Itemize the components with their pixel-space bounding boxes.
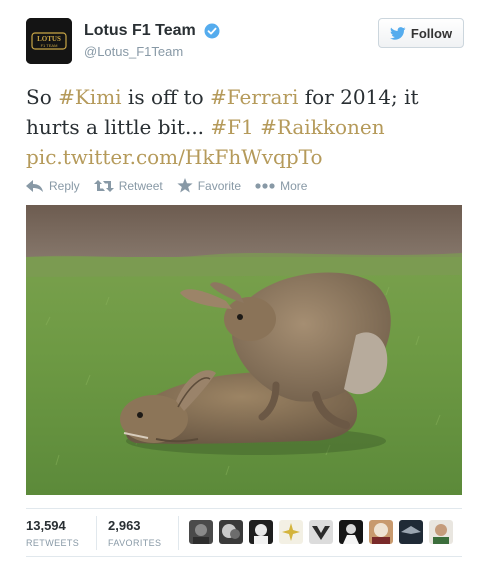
tweet-actions: Reply Retweet Favorite More — [26, 178, 307, 193]
hashtag-link[interactable]: #Raikkonen — [260, 115, 384, 139]
tweet-photo[interactable] — [26, 205, 462, 495]
stat-separator — [96, 516, 97, 550]
favorite-count: 2,963 — [108, 518, 141, 533]
tweet-card: LOTUS F1 TEAM Lotus F1 Team @Lotus_F1Tea… — [0, 0, 485, 561]
verified-badge-icon — [204, 23, 220, 39]
stats-divider-top — [26, 508, 462, 509]
favoriter-avatar[interactable] — [429, 520, 453, 544]
favoriter-avatar[interactable] — [309, 520, 333, 544]
rabbits-photo — [26, 205, 462, 495]
favoriter-avatar[interactable] — [279, 520, 303, 544]
tweet-text: So #Kimi is off to #Ferrari for 2014; it… — [26, 82, 466, 172]
retweet-count: 13,594 — [26, 518, 66, 533]
more-action[interactable]: More — [255, 178, 307, 193]
follow-button-label: Follow — [410, 25, 453, 41]
avatar-logo-top: LOTUS — [37, 35, 61, 43]
tweet-text-segment: So — [26, 85, 59, 109]
avatar-logo-bottom: F1 TEAM — [41, 43, 58, 48]
favoriter-avatar[interactable] — [249, 520, 273, 544]
follow-button[interactable]: Follow — [378, 18, 464, 48]
retweet-label: Retweet — [118, 178, 163, 193]
favoriter-avatar[interactable] — [189, 520, 213, 544]
hashtag-link[interactable]: #F1 — [210, 115, 253, 139]
tweet-text-segment: is off to — [121, 85, 210, 109]
favoriter-avatar[interactable] — [369, 520, 393, 544]
hashtag-link[interactable]: #Ferrari — [210, 85, 298, 109]
author-handle[interactable]: @Lotus_F1Team — [84, 44, 220, 59]
reply-action[interactable]: Reply — [26, 178, 80, 193]
twitter-bird-icon — [389, 26, 406, 40]
author-info: Lotus F1 Team @Lotus_F1Team — [84, 22, 220, 59]
hashtag-link[interactable]: #Kimi — [58, 85, 121, 109]
author-avatar[interactable]: LOTUS F1 TEAM — [26, 18, 72, 64]
favorite-stat[interactable]: 2,963 FAVORITES — [108, 518, 161, 548]
favorite-action[interactable]: Favorite — [177, 178, 241, 193]
retweet-action[interactable]: Retweet — [93, 178, 163, 193]
author-display-name[interactable]: Lotus F1 Team — [84, 22, 196, 40]
star-icon — [177, 178, 193, 193]
pic-link[interactable]: pic.twitter.com/HkFhWvqpTo — [26, 145, 323, 169]
favoriters-avatars — [189, 520, 453, 544]
stat-separator — [178, 516, 179, 550]
reply-label: Reply — [49, 178, 80, 193]
retweet-stat[interactable]: 13,594 RETWEETS — [26, 518, 79, 548]
favoriter-avatar[interactable] — [399, 520, 423, 544]
favoriter-avatar[interactable] — [339, 520, 363, 544]
favorite-count-label: FAVORITES — [108, 538, 162, 548]
more-label: More — [280, 178, 308, 193]
retweet-icon — [93, 179, 114, 192]
more-dots-icon — [255, 182, 275, 189]
retweet-count-label: RETWEETS — [26, 538, 80, 548]
favorite-label: Favorite — [197, 178, 242, 193]
reply-icon — [26, 179, 43, 192]
stats-divider-bottom — [26, 556, 462, 557]
favoriter-avatar[interactable] — [219, 520, 243, 544]
